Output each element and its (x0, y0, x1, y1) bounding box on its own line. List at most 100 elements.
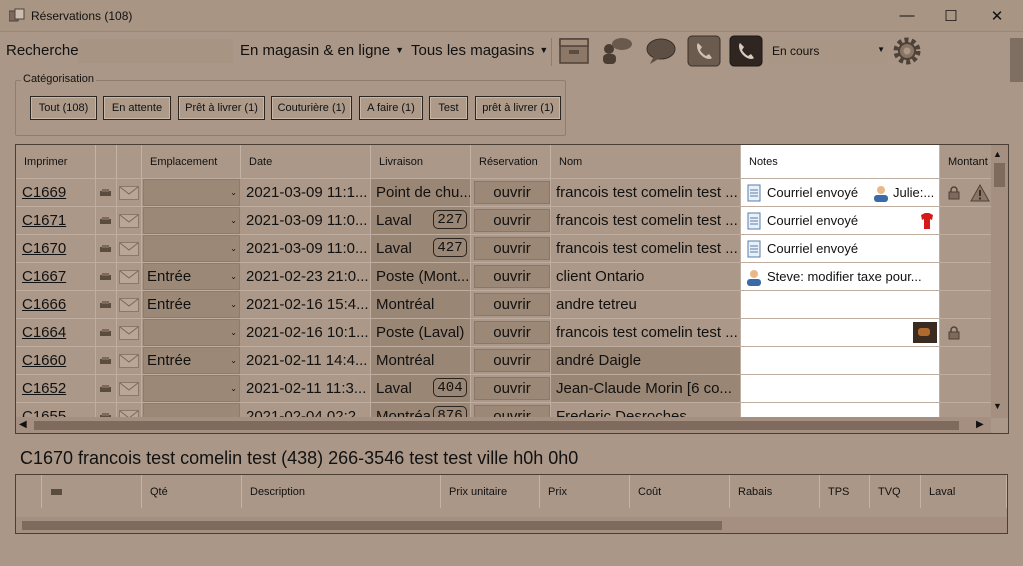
column-header-name[interactable]: Nom (551, 145, 741, 178)
column-header-discount[interactable]: Rabais (730, 475, 820, 508)
envelope-icon[interactable] (117, 375, 142, 402)
open-button[interactable]: ouvrir (474, 349, 550, 372)
maximize-button[interactable]: ☐ (928, 0, 974, 31)
phone-icon[interactable] (687, 35, 721, 67)
notes-cell[interactable]: Courriel envoyé Julie:... (741, 179, 940, 206)
table-row[interactable]: C1664 ⌄ 2021-02-16 10:1... Poste (Laval) ouv… (16, 318, 1008, 346)
notes-cell[interactable] (741, 291, 940, 318)
location-select[interactable]: ⌄ (143, 207, 240, 234)
reservation-link[interactable]: C1664 (16, 319, 96, 346)
reservation-link[interactable]: C1669 (16, 179, 96, 206)
print-icon[interactable] (96, 375, 117, 402)
reservation-link[interactable]: C1670 (16, 235, 96, 262)
envelope-icon[interactable] (117, 235, 142, 262)
print-icon[interactable] (96, 263, 117, 290)
grid-vertical-scrollbar[interactable]: ▲ ▼ (991, 145, 1008, 418)
location-select[interactable]: ⌄ (143, 179, 240, 206)
reservation-link[interactable]: C1667 (16, 263, 96, 290)
column-header-description[interactable]: Description (242, 475, 441, 508)
location-select[interactable]: ⌄ (143, 375, 240, 402)
print-icon[interactable] (96, 179, 117, 206)
minimize-button[interactable]: — (884, 0, 930, 31)
scroll-thumb[interactable] (994, 163, 1005, 187)
column-header-qty[interactable]: Qté (142, 475, 242, 508)
location-select[interactable]: Entrée ⌄ (143, 347, 240, 374)
column-header-icon[interactable] (96, 145, 117, 178)
table-row[interactable]: C1671 ⌄ 2021-03-09 11:0... Laval 227 ouvrir fr… (16, 206, 1008, 234)
column-header-item-icon[interactable] (42, 475, 142, 508)
table-row[interactable]: C1669 ⌄ 2021-03-09 11:1... Point de chu... o… (16, 178, 1008, 206)
category-button-todo[interactable]: A faire (1) (359, 96, 423, 120)
print-icon[interactable] (96, 347, 117, 374)
channel-filter-dropdown[interactable]: En magasin & en ligne ▼ (240, 42, 404, 59)
open-button[interactable]: ouvrir (474, 265, 550, 288)
reservation-link[interactable]: C1671 (16, 207, 96, 234)
scroll-up-icon[interactable]: ▲ (993, 149, 1002, 159)
column-header-cost[interactable]: Coût (630, 475, 730, 508)
open-button[interactable]: ouvrir (474, 321, 550, 344)
print-icon[interactable] (96, 291, 117, 318)
column-header-date[interactable]: Date (241, 145, 371, 178)
table-row[interactable]: C1670 ⌄ 2021-03-09 11:0... Laval 427 ouvrir fr… (16, 234, 1008, 262)
open-button[interactable]: ouvrir (474, 293, 550, 316)
print-icon[interactable] (96, 235, 117, 262)
print-icon[interactable] (96, 207, 117, 234)
item-photo-thumbnail[interactable] (913, 322, 937, 343)
speech-bubble-icon[interactable] (644, 35, 678, 67)
table-row[interactable]: C1666 Entrée ⌄ 2021-02-16 15:4... Montréal ou… (16, 290, 1008, 318)
category-button-ready[interactable]: Prêt à livrer (1) (178, 96, 265, 120)
envelope-icon[interactable] (117, 319, 142, 346)
notes-cell[interactable] (741, 319, 940, 346)
table-row[interactable]: C1667 Entrée ⌄ 2021-02-23 21:0... Poste (Mon… (16, 262, 1008, 290)
category-button-pending[interactable]: En attente (103, 96, 171, 120)
column-header-notes[interactable]: Notes (741, 145, 940, 178)
scroll-thumb[interactable] (22, 521, 722, 530)
scroll-left-icon[interactable]: ◀ (19, 419, 27, 430)
scroll-right-icon[interactable]: ▶ (976, 419, 984, 430)
category-button-test[interactable]: Test (429, 96, 468, 120)
box-icon[interactable] (557, 35, 591, 67)
gear-icon[interactable] (892, 36, 922, 66)
items-horizontal-scrollbar[interactable] (16, 517, 1007, 533)
scroll-thumb[interactable] (34, 421, 959, 430)
reservation-link[interactable]: C1652 (16, 375, 96, 402)
column-header-price[interactable]: Prix (540, 475, 630, 508)
notes-cell[interactable]: Courriel envoyé (741, 235, 940, 262)
scroll-down-icon[interactable]: ▼ (993, 401, 1002, 411)
location-select[interactable]: Entrée ⌄ (143, 263, 240, 290)
notes-cell[interactable]: Steve: modifier taxe pour... (741, 263, 940, 290)
location-select[interactable]: ⌄ (143, 319, 240, 346)
open-button[interactable]: ouvrir (474, 209, 550, 232)
notes-cell[interactable]: Courriel envoyé (741, 207, 940, 234)
column-header-reservation[interactable]: Réservation (471, 145, 551, 178)
envelope-icon[interactable] (117, 263, 142, 290)
search-input[interactable] (78, 39, 233, 63)
column-header-tps[interactable]: TPS (820, 475, 870, 508)
store-filter-dropdown[interactable]: Tous les magasins ▼ (411, 42, 548, 59)
column-header-mail[interactable] (117, 145, 142, 178)
notes-cell[interactable] (741, 375, 940, 402)
column-header-location[interactable]: Emplacement (142, 145, 241, 178)
reservation-link[interactable]: C1666 (16, 291, 96, 318)
open-button[interactable]: ouvrir (474, 237, 550, 260)
location-select[interactable]: Entrée ⌄ (143, 291, 240, 318)
envelope-icon[interactable] (117, 179, 142, 206)
notes-cell[interactable] (741, 347, 940, 374)
category-button-ready-lower[interactable]: prêt à livrer (1) (475, 96, 561, 120)
close-button[interactable]: ✕ (974, 0, 1020, 31)
column-header-delivery[interactable]: Livraison (371, 145, 471, 178)
envelope-icon[interactable] (117, 347, 142, 374)
envelope-icon[interactable] (117, 207, 142, 234)
column-header-tvq[interactable]: TVQ (870, 475, 921, 508)
column-header-unit-price[interactable]: Prix unitaire (441, 475, 540, 508)
reservation-link[interactable]: C1660 (16, 347, 96, 374)
envelope-icon[interactable] (117, 291, 142, 318)
status-select[interactable]: En cours ▼ (768, 39, 888, 63)
location-select[interactable]: ⌄ (143, 235, 240, 262)
phone-active-icon[interactable] (729, 35, 763, 67)
grid-horizontal-scrollbar[interactable]: ◀ ▶ (16, 417, 991, 433)
category-button-all[interactable]: Tout (108) (30, 96, 97, 120)
category-button-seamstress[interactable]: Couturière (1) (271, 96, 352, 120)
open-button[interactable]: ouvrir (474, 377, 550, 400)
print-icon[interactable] (96, 319, 117, 346)
